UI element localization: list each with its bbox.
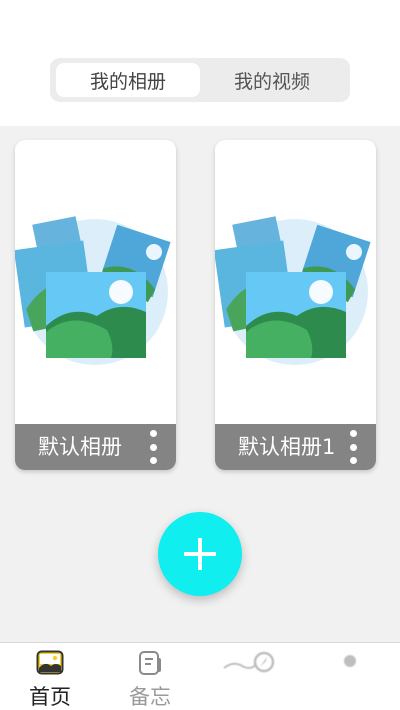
- album-card-default[interactable]: 默认相册: [15, 140, 176, 470]
- add-album-button[interactable]: [158, 512, 242, 596]
- tab-my-albums-label: 我的相册: [89, 70, 166, 93]
- album-video-segmented-control: 我的相册 我的视频: [50, 58, 350, 102]
- album-card-default-1[interactable]: 默认相册1: [215, 140, 376, 470]
- album-grid: 默认相册 默认相册1: [0, 126, 400, 642]
- nav-item-home[interactable]: 首页: [10, 643, 90, 710]
- more-options-icon[interactable]: [349, 430, 357, 464]
- album-caption-bar: 默认相册: [15, 424, 176, 470]
- photo-placeholder-icon: [215, 216, 371, 365]
- nav-item-home-label: 首页: [29, 685, 71, 709]
- bottom-navigation: 首页 备忘: [0, 642, 400, 710]
- nav-item-profile[interactable]: [310, 643, 390, 710]
- more-options-icon[interactable]: [149, 430, 157, 464]
- tab-my-videos[interactable]: 我的视频: [200, 63, 344, 97]
- plus-icon: [184, 538, 216, 570]
- compass-icon: [223, 651, 275, 673]
- nav-item-memo[interactable]: 备忘: [110, 643, 190, 710]
- nav-item-discover[interactable]: [210, 643, 290, 710]
- memo-icon: [139, 651, 161, 675]
- album-caption-bar: 默认相册1: [215, 424, 376, 470]
- gallery-icon: [36, 650, 64, 675]
- tab-my-albums[interactable]: 我的相册: [56, 63, 200, 97]
- top-bar: 我的相册 我的视频: [0, 0, 400, 126]
- album-name: 默认相册: [38, 435, 122, 459]
- photo-placeholder-icon: [15, 216, 171, 365]
- album-name: 默认相册1: [238, 435, 336, 459]
- profile-icon: [344, 655, 356, 667]
- nav-item-memo-label: 备忘: [129, 685, 171, 709]
- tab-my-videos-label: 我的视频: [233, 70, 310, 93]
